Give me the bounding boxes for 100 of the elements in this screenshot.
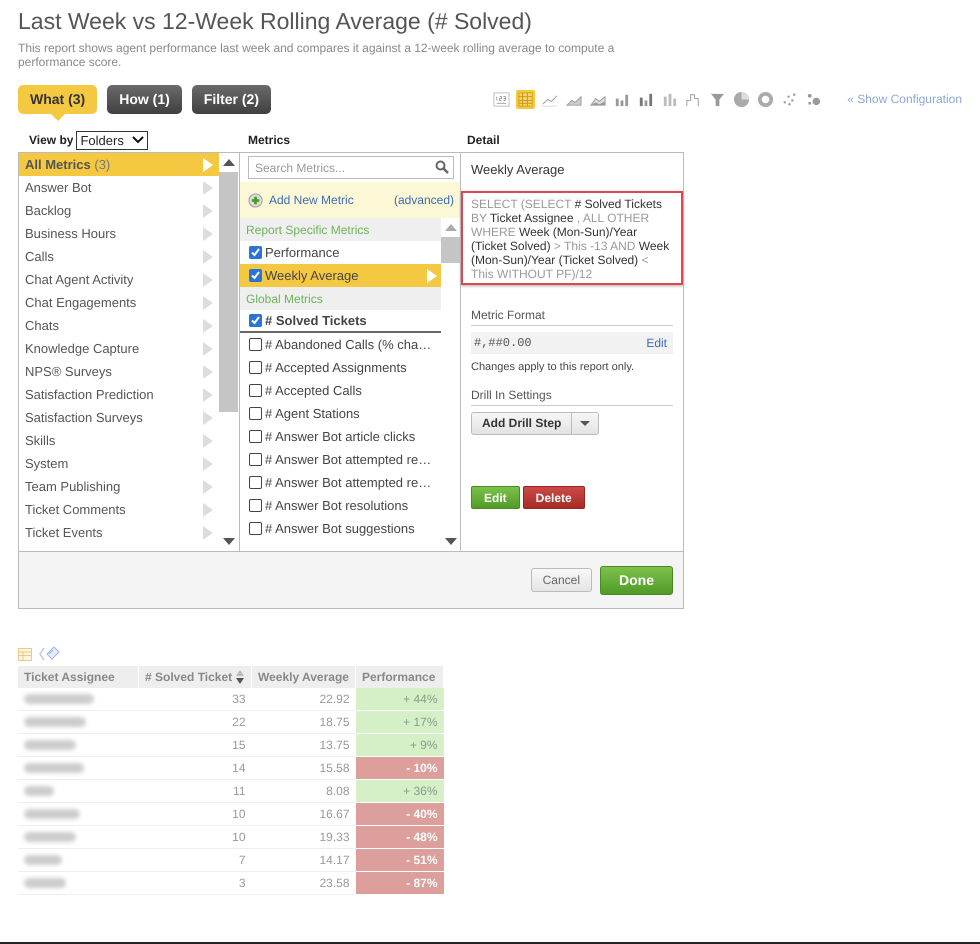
metric-label: # Agent Stations <box>265 406 360 421</box>
report-title: Last Week vs 12-Week Rolling Average (# Solved) <box>18 8 533 35</box>
report-description: This report shows agent performance last week and compares it against a 12-week rolling average to compute a performance score. <box>18 41 616 69</box>
folder-label: Ticket Comments <box>25 502 126 517</box>
format-note: Changes apply to this report only. <box>471 361 636 373</box>
folder-label: Knowledge Capture <box>25 341 140 356</box>
folder-label: Backlog <box>25 203 72 218</box>
checkbox[interactable] <box>249 269 262 282</box>
table-cell: 14.17 <box>252 848 356 872</box>
metric-item[interactable]: # Accepted Calls <box>240 379 441 402</box>
folder-label: System <box>25 456 68 471</box>
checkbox[interactable] <box>249 407 262 420</box>
performance-cell: + 9% <box>356 734 444 756</box>
section-header: Global Metrics <box>240 287 441 310</box>
table-cell: 18.75 <box>252 710 356 734</box>
table-icon[interactable] <box>18 648 32 660</box>
metrics-heading: Metrics <box>247 133 292 147</box>
folder-label: Satisfaction Surveys <box>25 410 143 425</box>
metric-label: # Solved Tickets <box>265 313 367 328</box>
blurred-name <box>24 786 54 796</box>
search-field[interactable]: Search Metrics... <box>248 156 454 179</box>
checkbox[interactable] <box>249 384 262 397</box>
folder-label: Ticket Events <box>25 525 103 540</box>
view-by-label: View by <box>29 133 74 147</box>
table-cell: 23.58 <box>252 872 356 894</box>
search-icon <box>435 160 449 174</box>
metric-item[interactable]: # Answer Bot article clicks <box>240 425 441 448</box>
number-chart-icon[interactable] <box>492 90 512 108</box>
folder-label: NPS® Surveys <box>25 364 112 379</box>
blurred-name <box>24 717 86 727</box>
donut-chart-icon[interactable] <box>756 90 776 108</box>
view-by-dropdown[interactable]: Folders <box>76 130 148 150</box>
table-cell: 33 <box>138 688 252 710</box>
metric-item[interactable]: # Abandoned Calls (% cha… <box>240 333 441 356</box>
checkbox[interactable] <box>249 361 262 374</box>
tab[interactable]: What (3) <box>18 84 98 114</box>
advanced-link[interactable]: (advanced) <box>394 193 454 207</box>
table-cell: 13.75 <box>252 734 356 756</box>
metric-item[interactable]: # Agent Stations <box>240 402 441 425</box>
metric-label: # Answer Bot resolutions <box>265 498 408 513</box>
table-cell: 11 <box>138 780 252 802</box>
caret-icon <box>580 421 590 426</box>
checkbox[interactable] <box>249 338 262 351</box>
table-cell: 8.08 <box>252 780 356 802</box>
blurred-name <box>24 809 80 819</box>
sort-icon <box>236 670 244 684</box>
metric-item[interactable]: # Solved Tickets <box>240 310 441 333</box>
metric-item[interactable]: # Accepted Assignments <box>240 356 441 379</box>
folder-label: Chat Agent Activity <box>25 272 134 287</box>
metric-item[interactable]: Performance <box>240 241 441 264</box>
pie-chart-icon[interactable] <box>732 90 752 108</box>
table-cell: 3 <box>138 872 252 894</box>
metric-label: # Answer Bot attempted re… <box>265 475 432 490</box>
table-chart-icon[interactable] <box>516 90 536 108</box>
performance-cell: - 10% <box>356 756 444 780</box>
tab[interactable]: How (1) <box>107 84 182 114</box>
blurred-name <box>24 694 94 704</box>
table-cell: 15 <box>138 734 252 756</box>
metric-format-label: Metric Format <box>471 308 673 326</box>
checkbox[interactable] <box>249 430 262 443</box>
table-cell: 10 <box>138 826 252 848</box>
checkbox[interactable] <box>249 314 262 327</box>
cancel-button[interactable]: Cancel <box>530 568 592 592</box>
checkbox[interactable] <box>249 522 262 535</box>
table-cell: 22 <box>138 710 252 734</box>
table-cell: 14 <box>138 756 252 780</box>
add-drill-step-button[interactable]: Add Drill Step <box>471 412 600 435</box>
checkbox[interactable] <box>249 453 262 466</box>
metric-item[interactable]: # Answer Bot suggestions <box>240 517 441 540</box>
metric-title: Weekly Average <box>471 162 566 177</box>
performance-cell: + 17% <box>356 710 444 734</box>
checkbox[interactable] <box>249 499 262 512</box>
metric-item[interactable]: # Answer Bot attempted re… <box>240 471 441 494</box>
folder-label: Team Publishing <box>25 479 120 494</box>
tab[interactable]: Filter (2) <box>192 84 272 114</box>
blurred-name <box>24 855 62 865</box>
metric-label: Weekly Average <box>265 268 358 283</box>
blurred-name <box>24 740 76 750</box>
performance-cell: + 44% <box>356 688 444 710</box>
checkbox[interactable] <box>249 476 262 489</box>
metric-definition: SELECT (SELECT # Solved Tickets BY Ticket Assignee , ALL OTHER WHERE Week (Mon-Sun)/Year (Ticket Solved) > This -13 AND Week (Mon-Sun)/Year (Ticket Solved) < This WITHOUT PF)/12 <box>461 191 683 285</box>
format-value: #,##0.00 <box>474 336 532 350</box>
table-cell: 19.33 <box>252 826 356 848</box>
metric-item[interactable]: Weekly Average <box>240 264 441 287</box>
metric-label: # Accepted Assignments <box>265 360 407 375</box>
metric-label: # Answer Bot article clicks <box>265 429 416 444</box>
add-new-metric-link[interactable]: Add New Metric <box>269 193 354 207</box>
folder-label: All Metrics (3) <box>25 157 110 172</box>
performance-cell: + 36% <box>356 780 444 802</box>
performance-cell: - 40% <box>356 802 444 826</box>
delete-button[interactable]: Delete <box>522 486 585 509</box>
metric-item[interactable]: # Answer Bot resolutions <box>240 494 441 517</box>
edit-link[interactable]: Edit <box>646 336 667 350</box>
blurred-name <box>24 878 66 888</box>
metric-item[interactable]: # Answer Bot attempted re… <box>240 448 441 471</box>
blurred-name <box>24 832 76 842</box>
table-cell: 22.92 <box>252 688 356 710</box>
folder-label: Skills <box>25 433 56 448</box>
folder-item[interactable]: All Metrics (3) <box>19 153 219 176</box>
checkbox[interactable] <box>249 246 262 259</box>
